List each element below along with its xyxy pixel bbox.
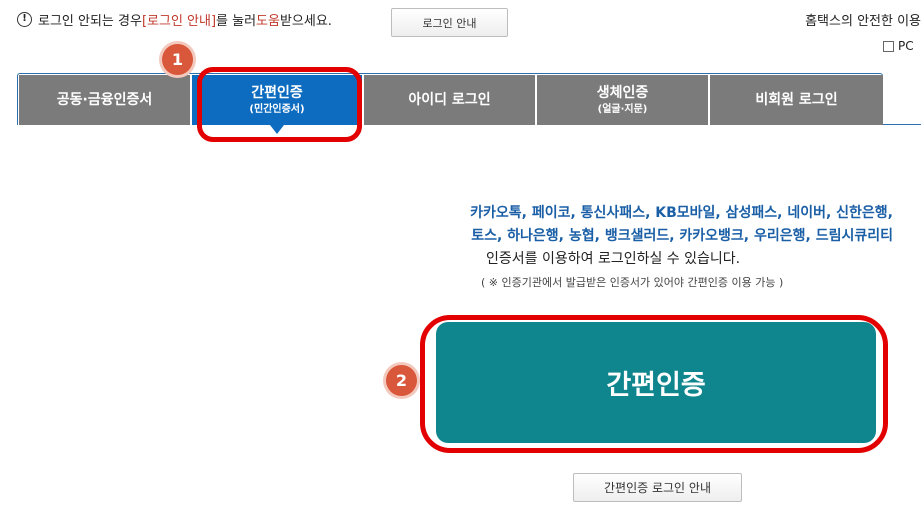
tab-underline — [883, 124, 921, 125]
certificate-note: ( ※ 인증기관에서 발급받은 인증서가 있어야 간편인증 이용 가능 ) — [481, 276, 784, 289]
tab-guest-login[interactable]: 비회원 로그인 — [710, 75, 883, 125]
login-method-tabs: 공동·금융인증서 간편인증 (민간인증서) 아이디 로그인 생체인증 (얼굴·지… — [19, 75, 883, 134]
tab-label: 간편인증 — [251, 84, 303, 101]
tab-label: 아이디 로그인 — [408, 91, 491, 108]
tab-id-login[interactable]: 아이디 로그인 — [364, 75, 537, 125]
exclamation-circle-icon: ! — [17, 11, 32, 27]
safe-use-text: 홈택스의 안전한 이용 — [805, 14, 921, 29]
tab-label: 공동·금융인증서 — [56, 91, 153, 108]
pc-checkbox[interactable]: PC — [883, 39, 914, 53]
step-badge-2: 2 — [386, 365, 417, 396]
usage-description: 인증서를 이용하여 로그인하실 수 있습니다. — [486, 251, 741, 267]
provider-list-line-2: 토스, 하나은행, 농협, 뱅크샐러드, 카카오뱅크, 우리은행, 드림시큐리티 — [471, 228, 893, 244]
tab-joint-financial-certificate[interactable]: 공동·금융인증서 — [19, 75, 192, 125]
step-badge-1: 1 — [162, 44, 193, 75]
login-help-notice: ! 로그인 안되는 경우 [로그인 안내] 를 눌러 도움 받으세요. — [17, 10, 332, 29]
notice-help-text: 도움 — [256, 13, 280, 29]
simple-auth-button[interactable]: 간편인증 — [436, 322, 876, 443]
tab-simple-auth[interactable]: 간편인증 (민간인증서) — [192, 75, 364, 134]
pc-checkbox-label: PC — [898, 39, 914, 53]
simple-auth-guide-button[interactable]: 간편인증 로그인 안내 — [573, 473, 742, 502]
checkbox-icon[interactable] — [883, 40, 894, 52]
notice-text-before: 로그인 안되는 경우 — [38, 13, 142, 29]
tab-biometric-auth[interactable]: 생체인증 (얼굴·지문) — [537, 75, 710, 125]
notice-link-text: [로그인 안내] — [141, 13, 217, 29]
tab-sublabel: (얼굴·지문) — [597, 103, 648, 115]
tab-sublabel: (민간인증서) — [249, 103, 305, 115]
tab-label: 생체인증 — [596, 84, 649, 101]
login-guide-button[interactable]: 로그인 안내 — [391, 8, 508, 37]
tab-label: 비회원 로그인 — [755, 91, 838, 108]
notice-text-after: 받으세요. — [279, 13, 332, 29]
notice-text-mid: 를 눌러 — [216, 13, 257, 29]
provider-list-line-1: 카카오톡, 페이코, 통신사패스, KB모바일, 삼성패스, 네이버, 신한은행… — [470, 205, 893, 221]
